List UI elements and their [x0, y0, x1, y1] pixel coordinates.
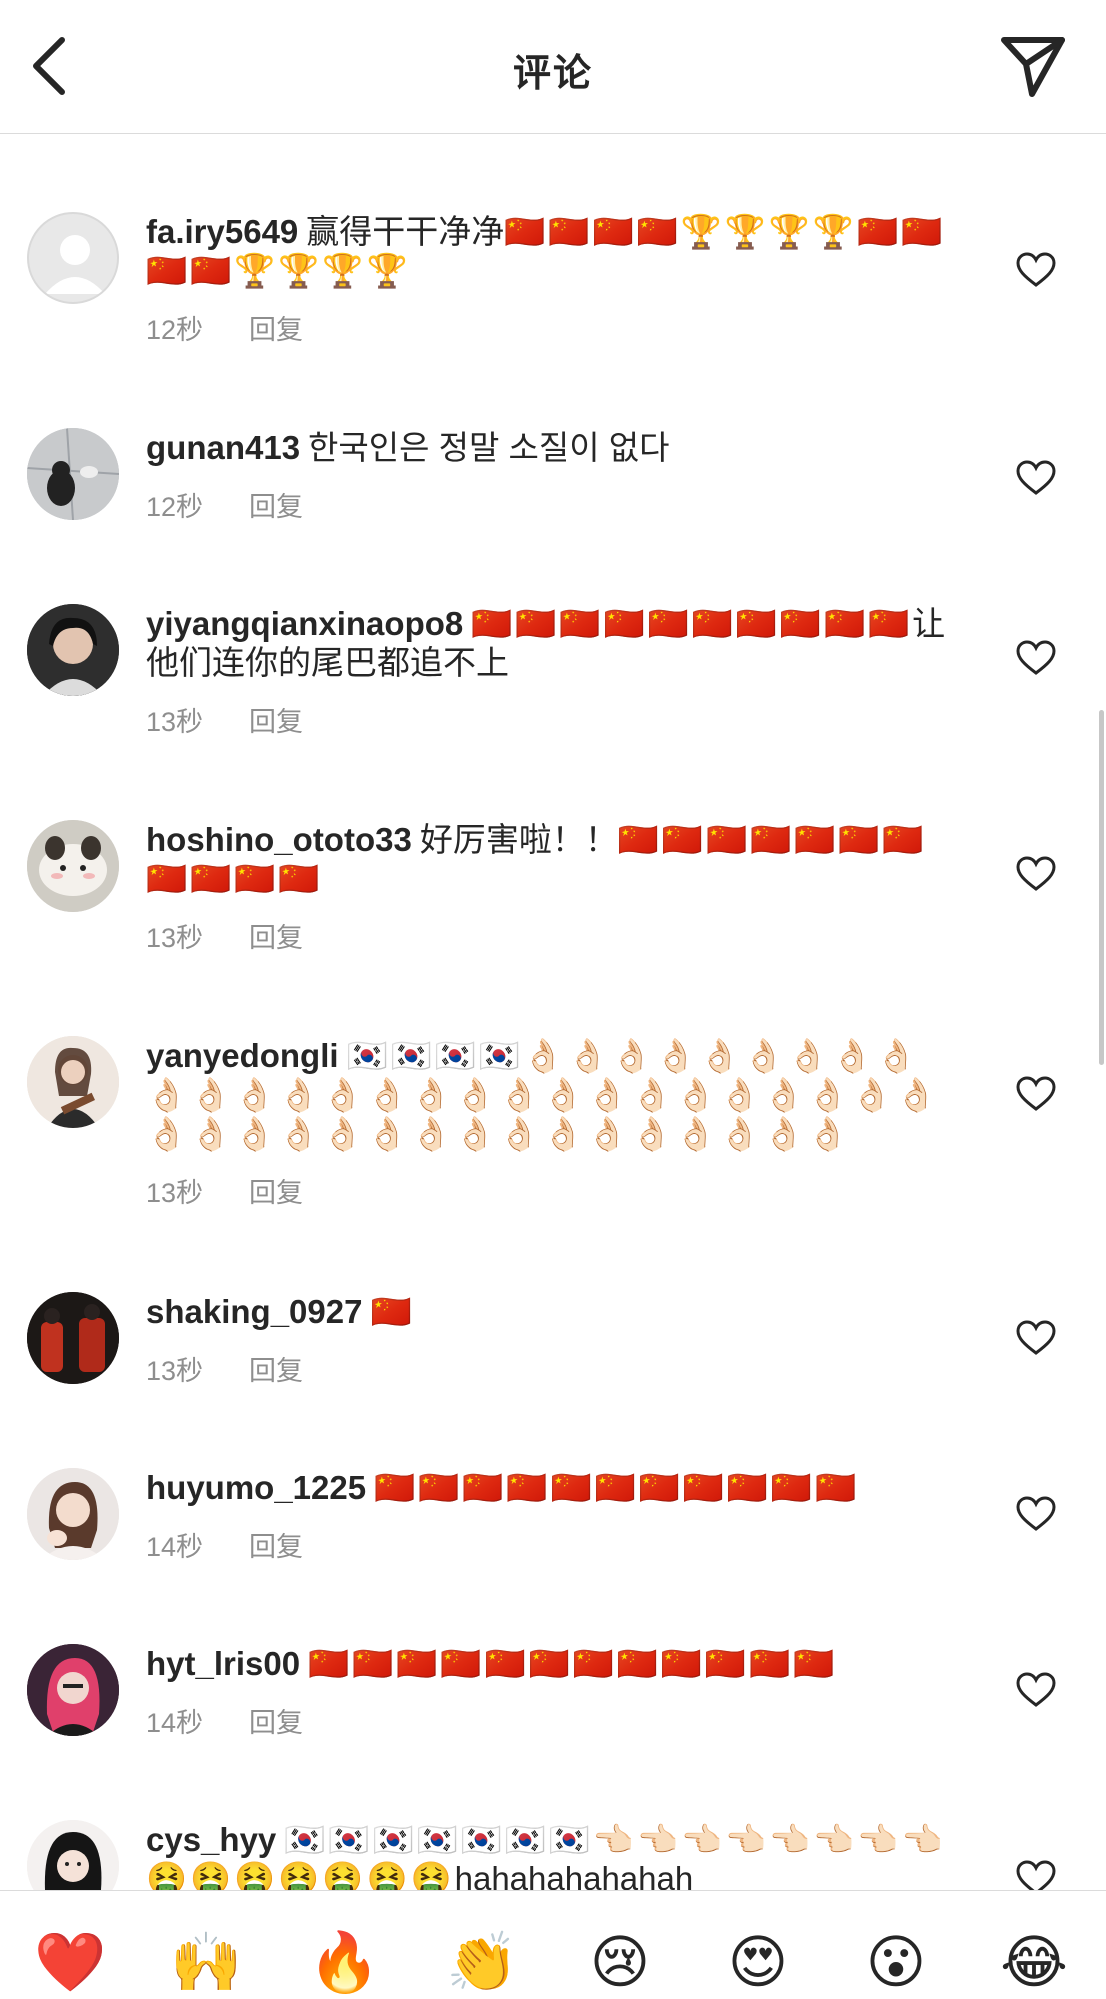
- comment-username[interactable]: shaking_0927: [146, 1293, 362, 1330]
- comment-message: 好厉害啦！！: [419, 821, 618, 858]
- comment-text: shaking_0927 🇨🇳: [146, 1292, 946, 1331]
- header-bar: 评论: [0, 0, 1106, 134]
- comment-username[interactable]: fa.iry5649: [146, 213, 298, 250]
- comment-username[interactable]: cys_hyy: [146, 1821, 276, 1858]
- comment-text: hyt_lris00 🇨🇳🇨🇳🇨🇳🇨🇳🇨🇳🇨🇳🇨🇳🇨🇳🇨🇳🇨🇳🇨🇳🇨🇳: [146, 1644, 946, 1683]
- reply-button[interactable]: 回复: [249, 1532, 303, 1562]
- comment-timestamp: 14秒: [146, 1708, 204, 1738]
- comment-username[interactable]: hyt_lris00: [146, 1645, 300, 1682]
- avatar[interactable]: [27, 1292, 119, 1384]
- avatar[interactable]: [27, 1644, 119, 1736]
- share-button[interactable]: [1000, 34, 1066, 100]
- page-title: 评论: [512, 53, 593, 95]
- comment-list: fa.iry5649 赢得干干净净🇨🇳🇨🇳🇨🇳🇨🇳🏆🏆🏆🏆🇨🇳🇨🇳🇨🇳🇨🇳🏆🏆🏆🏆…: [0, 134, 1106, 1890]
- comment-timestamp: 13秒: [146, 707, 204, 737]
- comment-meta: 13秒 回复: [146, 1349, 946, 1388]
- reply-button[interactable]: 回复: [249, 923, 303, 953]
- heart-icon[interactable]: [1016, 460, 1056, 496]
- comment-timestamp: 13秒: [146, 1178, 204, 1208]
- comment-text: hoshino_ototo33 好厉害啦！！🇨🇳🇨🇳🇨🇳🇨🇳🇨🇳🇨🇳🇨🇳🇨🇳🇨🇳🇨…: [146, 820, 946, 898]
- comment-text: yiyangqianxinaopo8 🇨🇳🇨🇳🇨🇳🇨🇳🇨🇳🇨🇳🇨🇳🇨🇳🇨🇳🇨🇳让他…: [146, 604, 946, 682]
- clapping-hands-reaction-icon[interactable]: 👏: [446, 1927, 518, 1999]
- tears-of-joy-reaction-icon[interactable]: 😂: [998, 1927, 1070, 1999]
- reply-button[interactable]: 回复: [249, 1708, 303, 1738]
- reply-button[interactable]: 回复: [249, 1356, 303, 1386]
- heart-icon[interactable]: [1016, 856, 1056, 892]
- paper-plane-icon: [1001, 37, 1065, 97]
- avatar[interactable]: [27, 428, 119, 520]
- heart-icon[interactable]: [1016, 252, 1056, 288]
- avatar[interactable]: [27, 212, 119, 304]
- heart-reaction-icon[interactable]: ❤️: [34, 1927, 106, 1999]
- reply-button[interactable]: 回复: [249, 707, 303, 737]
- heart-icon[interactable]: [1016, 1076, 1056, 1112]
- comment-timestamp: 12秒: [146, 492, 204, 522]
- heart-icon[interactable]: [1016, 1496, 1056, 1532]
- reply-button[interactable]: 回复: [249, 315, 303, 345]
- comment-emojis: 🇨🇳🇨🇳🇨🇳🇨🇳🇨🇳🇨🇳🇨🇳🇨🇳🇨🇳🇨🇳🇨🇳🇨🇳: [308, 1645, 838, 1682]
- emoji-reaction-bar: ❤️ 🙌 🔥 👏 😢 😍 😮 😂: [0, 1890, 1106, 1995]
- comment-timestamp: 14秒: [146, 1532, 204, 1562]
- avatar[interactable]: [27, 1468, 119, 1560]
- fire-reaction-icon[interactable]: 🔥: [308, 1927, 380, 1999]
- comment-meta: 12秒 回复: [146, 308, 946, 347]
- comment-username[interactable]: huyumo_1225: [146, 1469, 366, 1506]
- comment-username[interactable]: yanyedongli: [146, 1037, 339, 1074]
- heart-icon[interactable]: [1016, 640, 1056, 676]
- heart-icon[interactable]: [1016, 1672, 1056, 1708]
- surprised-face-reaction-icon[interactable]: 😮: [860, 1927, 932, 1999]
- comment-timestamp: 13秒: [146, 1356, 204, 1386]
- avatar[interactable]: [27, 820, 119, 912]
- reply-button[interactable]: 回复: [249, 1178, 303, 1208]
- comment-timestamp: 13秒: [146, 923, 204, 953]
- avatar[interactable]: [27, 1820, 119, 1890]
- comment-text: gunan413 한국인은 정말 소질이 없다: [146, 428, 946, 467]
- comment-meta: 12秒 回复: [146, 485, 946, 524]
- comment-message: 赢得干干净净: [306, 213, 505, 250]
- heart-icon[interactable]: [1016, 1320, 1056, 1356]
- comment-username[interactable]: hoshino_ototo33: [146, 821, 412, 858]
- scrollbar[interactable]: [1099, 710, 1104, 1065]
- reply-button[interactable]: 回复: [249, 492, 303, 522]
- comment-username[interactable]: yiyangqianxinaopo8: [146, 605, 463, 642]
- comment-emojis: 🇨🇳: [370, 1293, 415, 1330]
- comment-meta: 13秒 回复: [146, 916, 946, 955]
- comment-text: fa.iry5649 赢得干干净净🇨🇳🇨🇳🇨🇳🇨🇳🏆🏆🏆🏆🇨🇳🇨🇳🇨🇳🇨🇳🏆🏆🏆🏆: [146, 212, 946, 290]
- comment-username[interactable]: gunan413: [146, 429, 300, 466]
- comment-meta: 13秒 回复: [146, 700, 946, 739]
- avatar[interactable]: [27, 604, 119, 696]
- avatar[interactable]: [27, 1036, 119, 1128]
- heart-icon[interactable]: [1016, 1860, 1056, 1890]
- comment-text: huyumo_1225 🇨🇳🇨🇳🇨🇳🇨🇳🇨🇳🇨🇳🇨🇳🇨🇳🇨🇳🇨🇳🇨🇳: [146, 1468, 946, 1507]
- comment-timestamp: 12秒: [146, 315, 204, 345]
- comment-emojis: 🇨🇳🇨🇳🇨🇳🇨🇳🇨🇳🇨🇳🇨🇳🇨🇳🇨🇳🇨🇳🇨🇳: [374, 1469, 860, 1506]
- comment-message: 한국인은 정말 소질이 없다: [308, 429, 670, 466]
- raising-hands-reaction-icon[interactable]: 🙌: [170, 1927, 242, 1999]
- comment-meta: 14秒 回复: [146, 1525, 946, 1564]
- comment-text: cys_hyy 🇰🇷🇰🇷🇰🇷🇰🇷🇰🇷🇰🇷🇰🇷👈🏻👈🏻👈🏻👈🏻👈🏻👈🏻👈🏻👈🏻🤮🤮🤮…: [146, 1820, 946, 1890]
- comment-meta: 13秒 回复: [146, 1171, 946, 1210]
- comment-message: hahahahahahah: [454, 1860, 694, 1890]
- comment-emojis: 🇨🇳🇨🇳🇨🇳🇨🇳🇨🇳🇨🇳🇨🇳🇨🇳🇨🇳🇨🇳: [471, 605, 913, 642]
- comment-text: yanyedongli 🇰🇷🇰🇷🇰🇷🇰🇷👌🏻👌🏻👌🏻👌🏻👌🏻👌🏻👌🏻👌🏻👌🏻👌🏻👌…: [146, 1036, 946, 1153]
- heart-eyes-reaction-icon[interactable]: 😍: [722, 1927, 794, 1999]
- crying-face-reaction-icon[interactable]: 😢: [584, 1927, 656, 1999]
- comment-meta: 14秒 回复: [146, 1701, 946, 1740]
